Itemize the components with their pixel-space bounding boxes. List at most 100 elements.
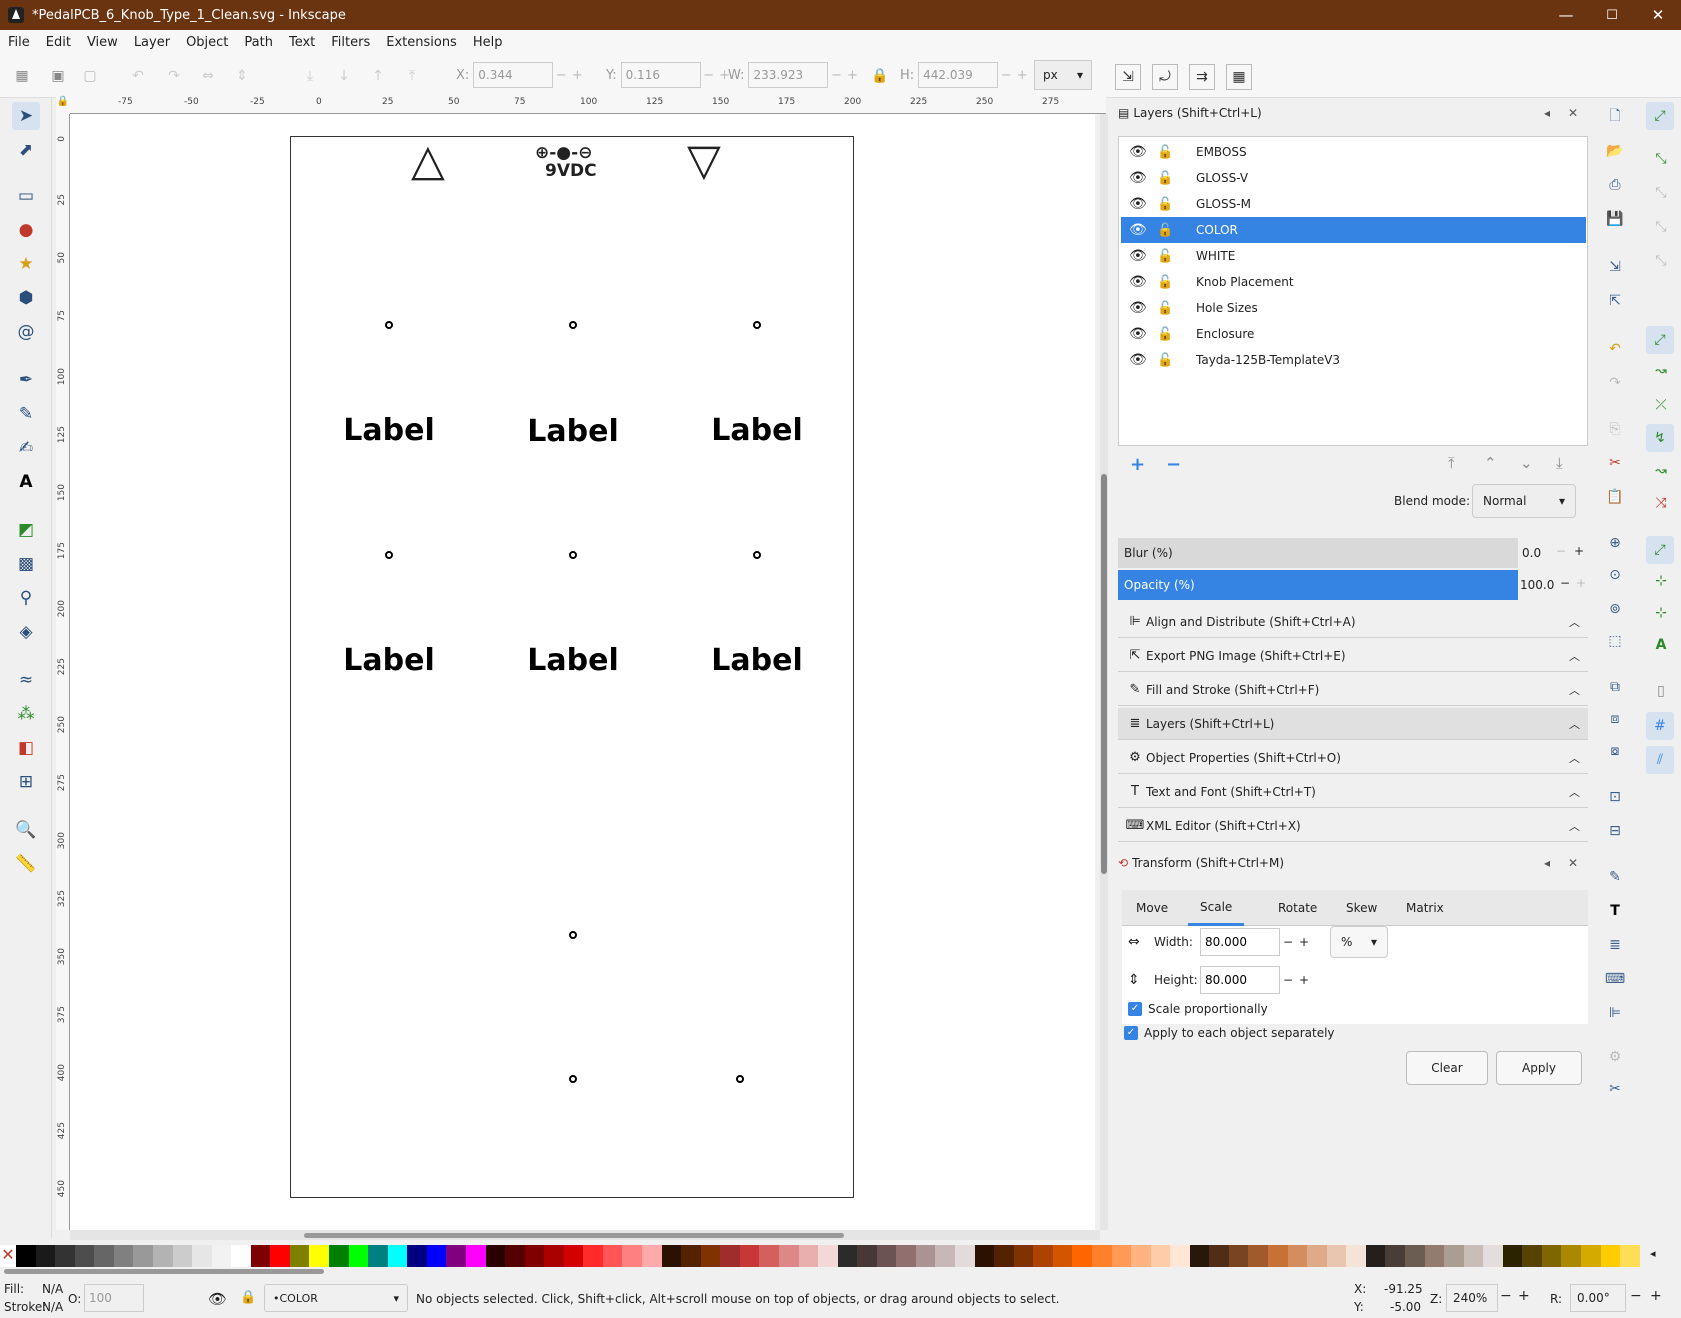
color-swatch[interactable] bbox=[1502, 1245, 1523, 1267]
copy-icon[interactable]: ⎘ bbox=[1604, 418, 1626, 440]
knob-hole[interactable] bbox=[385, 321, 393, 329]
rotation-increment[interactable]: + bbox=[1650, 1288, 1662, 1304]
menu-extensions[interactable]: Extensions bbox=[378, 35, 465, 50]
palette-menu-icon[interactable]: ◂ bbox=[1650, 1247, 1656, 1260]
zoom-selection-icon[interactable]: ⊕ bbox=[1604, 532, 1626, 554]
lock-icon[interactable]: 🔓 bbox=[1157, 145, 1173, 160]
zoom-decrement[interactable]: − bbox=[1500, 1288, 1512, 1304]
dropper-tool-icon[interactable]: ⚲ bbox=[12, 584, 40, 612]
ruler-lock-icon[interactable]: 🔒 bbox=[56, 96, 70, 114]
lock-icon[interactable]: 🔓 bbox=[1157, 197, 1173, 212]
snap-path-icon[interactable]: ↝ bbox=[1650, 360, 1672, 382]
text-tool-icon[interactable]: A bbox=[12, 468, 40, 496]
triangle-up-symbol[interactable]: △ bbox=[411, 137, 445, 185]
dock-section-fill-stroke[interactable]: ✎ Fill and Stroke (Shift+Ctrl+F) ︿ bbox=[1118, 674, 1588, 706]
duplicate-icon[interactable]: ⧉ bbox=[1604, 676, 1626, 698]
color-swatch[interactable] bbox=[583, 1245, 603, 1267]
eye-icon[interactable]: 👁 bbox=[1129, 196, 1147, 212]
measure-tool-icon[interactable]: 📏 bbox=[12, 850, 40, 878]
color-swatch[interactable] bbox=[1072, 1245, 1092, 1267]
layer-to-bottom-icon[interactable]: ⤓ bbox=[1556, 454, 1563, 472]
w-increment[interactable]: + bbox=[844, 68, 860, 83]
export-icon[interactable]: ⇱ bbox=[1604, 290, 1626, 312]
blur-value[interactable]: 0.0 bbox=[1522, 546, 1541, 560]
rotation-input[interactable]: 0.00° bbox=[1570, 1284, 1626, 1312]
color-swatch[interactable] bbox=[1385, 1245, 1405, 1267]
snap-intersection-icon[interactable]: ⤫ bbox=[1650, 394, 1672, 416]
layer-lock-icon[interactable]: 🔒 bbox=[240, 1290, 256, 1305]
knob-hole[interactable] bbox=[569, 321, 577, 329]
layers-icon[interactable]: ≣ bbox=[1604, 934, 1626, 956]
color-swatch[interactable] bbox=[289, 1245, 310, 1267]
eye-icon[interactable]: 👁 bbox=[1129, 248, 1147, 264]
color-swatch[interactable] bbox=[446, 1245, 466, 1267]
knob-label[interactable]: Label bbox=[329, 413, 449, 448]
color-swatch[interactable] bbox=[1287, 1245, 1308, 1267]
color-swatch[interactable] bbox=[622, 1245, 642, 1267]
color-swatch[interactable] bbox=[231, 1245, 251, 1267]
color-swatch[interactable] bbox=[1228, 1245, 1249, 1267]
paste-icon[interactable]: 📋 bbox=[1604, 486, 1626, 508]
text-font-icon[interactable]: T bbox=[1604, 900, 1626, 922]
eye-icon[interactable]: 👁 bbox=[1129, 274, 1147, 290]
blur-decrement[interactable]: − bbox=[1556, 544, 1566, 558]
zoom-page-icon[interactable]: ⊚ bbox=[1604, 598, 1626, 620]
color-swatch[interactable] bbox=[368, 1245, 388, 1267]
h-increment[interactable]: + bbox=[1014, 68, 1030, 83]
dock-section-export[interactable]: ⇱ Export PNG Image (Shift+Ctrl+E) ︿ bbox=[1118, 640, 1588, 672]
y-decrement[interactable]: − bbox=[701, 68, 717, 83]
eye-icon[interactable]: 👁 bbox=[1129, 222, 1147, 238]
color-swatch[interactable] bbox=[642, 1245, 662, 1267]
close-button[interactable]: ✕ bbox=[1635, 0, 1681, 30]
minimize-panel-icon[interactable]: ◂ bbox=[1544, 106, 1550, 120]
color-swatch[interactable] bbox=[857, 1245, 877, 1267]
document-properties-icon[interactable]: ✂ bbox=[1604, 1078, 1626, 1100]
color-swatch[interactable] bbox=[1013, 1245, 1034, 1267]
color-swatch[interactable] bbox=[1581, 1245, 1601, 1267]
knob-hole[interactable] bbox=[753, 551, 761, 559]
snap-text-baseline-icon[interactable]: A bbox=[1650, 634, 1672, 656]
lock-icon[interactable]: 🔓 bbox=[1157, 223, 1173, 238]
snap-cusp-icon[interactable]: ↯ bbox=[1646, 424, 1674, 452]
eye-icon[interactable]: 👁 bbox=[1129, 326, 1147, 342]
star-tool-icon[interactable]: ★ bbox=[12, 250, 40, 278]
color-swatch[interactable] bbox=[1346, 1245, 1366, 1267]
gradient-tool-icon[interactable]: ◩ bbox=[12, 516, 40, 544]
move-gradients-icon[interactable]: ⇉ bbox=[1189, 64, 1215, 90]
scale-unit-select[interactable]: % ▾ bbox=[1330, 926, 1388, 958]
color-swatch[interactable] bbox=[544, 1245, 564, 1267]
xml-editor-icon[interactable]: ⌨ bbox=[1604, 968, 1626, 990]
opacity-slider[interactable]: Opacity (%) bbox=[1118, 570, 1518, 600]
color-swatch[interactable] bbox=[1404, 1245, 1425, 1267]
horizontal-scroll-thumb[interactable] bbox=[304, 1233, 844, 1238]
height-decrement[interactable]: − bbox=[1280, 973, 1296, 987]
lock-icon[interactable]: 🔓 bbox=[1157, 275, 1173, 290]
raise-to-top-icon[interactable]: ⤒ bbox=[402, 66, 422, 86]
vertical-scroll-thumb[interactable] bbox=[1101, 474, 1107, 874]
horizontal-scrollbar[interactable] bbox=[70, 1230, 1100, 1240]
color-swatch[interactable] bbox=[35, 1245, 56, 1267]
tab-skew[interactable]: Skew bbox=[1346, 890, 1377, 926]
knob-label[interactable]: Label bbox=[513, 643, 633, 678]
move-patterns-icon[interactable]: ▦ bbox=[1226, 64, 1252, 90]
menu-edit[interactable]: Edit bbox=[38, 35, 79, 50]
flip-horizontal-icon[interactable]: ⇔ bbox=[198, 66, 218, 86]
color-swatch[interactable] bbox=[1561, 1245, 1581, 1267]
color-swatch[interactable] bbox=[1326, 1245, 1347, 1267]
vertical-scrollbar[interactable] bbox=[1100, 114, 1108, 1230]
color-swatch[interactable] bbox=[818, 1245, 838, 1267]
color-swatch[interactable] bbox=[1444, 1245, 1464, 1267]
color-swatch[interactable] bbox=[1052, 1245, 1073, 1267]
color-swatch[interactable] bbox=[1091, 1245, 1112, 1267]
footswitch-hole[interactable] bbox=[569, 1075, 577, 1083]
selector-tool-icon[interactable]: ➤ bbox=[12, 102, 40, 130]
snap-bbox-edge-icon[interactable]: ⤡ bbox=[1650, 182, 1672, 204]
rotate-cw-icon[interactable]: ↷ bbox=[164, 66, 184, 86]
redo-icon[interactable]: ↷ bbox=[1604, 372, 1626, 394]
pen-tool-icon[interactable]: ✒ bbox=[12, 366, 40, 394]
color-swatch[interactable] bbox=[270, 1245, 290, 1267]
color-swatch[interactable] bbox=[524, 1245, 545, 1267]
height-increment[interactable]: + bbox=[1296, 973, 1312, 987]
dock-section-layers[interactable]: ≣ Layers (Shift+Ctrl+L) ︿ bbox=[1118, 708, 1588, 740]
color-swatch[interactable] bbox=[837, 1245, 858, 1267]
